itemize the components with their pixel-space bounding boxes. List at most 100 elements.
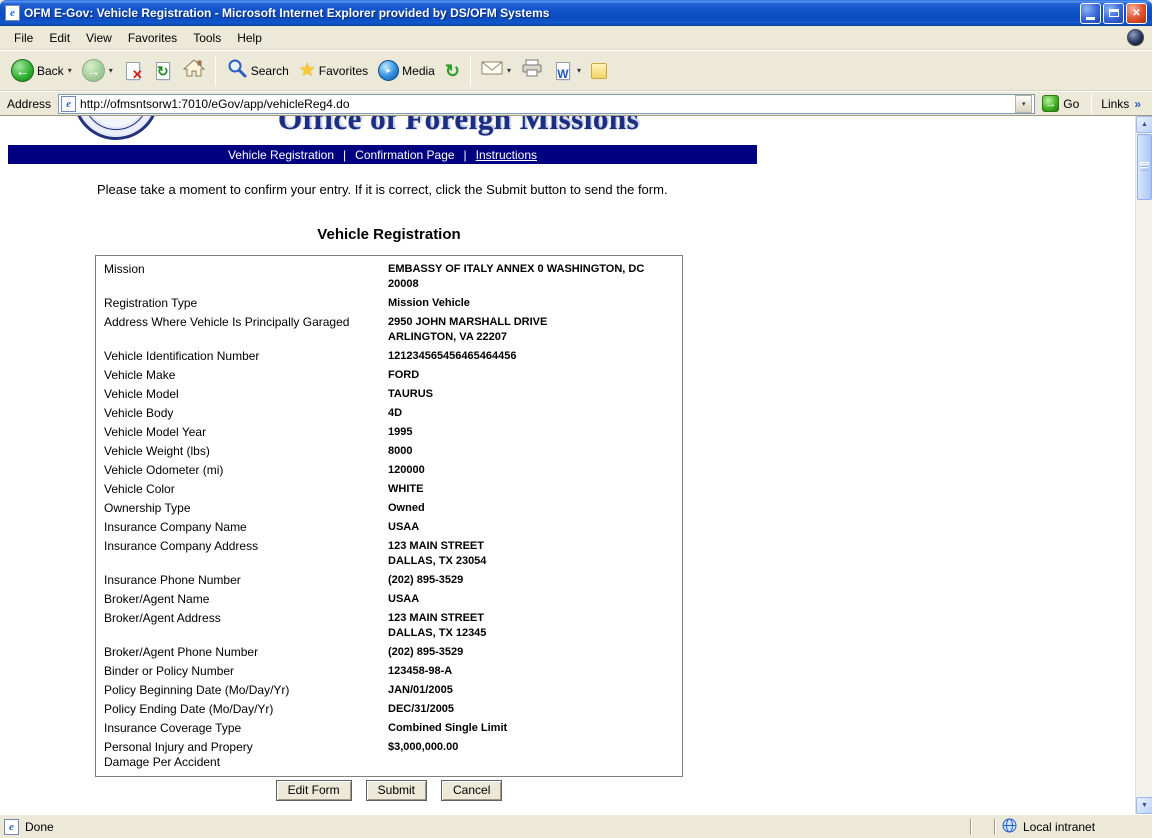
status-zone: Local intranet (998, 818, 1148, 836)
form-area: Vehicle Registration MissionEMBASSY OF I… (95, 116, 683, 814)
vertical-scrollbar[interactable]: ▲ ▼ (1135, 116, 1152, 814)
word-dropdown-icon[interactable]: ▾ (577, 66, 581, 75)
detail-table: MissionEMBASSY OF ITALY ANNEX 0 WASHINGT… (95, 255, 683, 777)
field-row: Address Where Vehicle Is Principally Gar… (96, 313, 682, 347)
scroll-up-button[interactable]: ▲ (1136, 116, 1152, 133)
menu-help[interactable]: Help (229, 28, 270, 48)
field-row: Vehicle MakeFORD (96, 366, 682, 385)
go-button[interactable]: → Go (1035, 93, 1086, 114)
window-title: OFM E-Gov: Vehicle Registration - Micros… (24, 6, 1076, 20)
field-row: Broker/Agent Address123 MAIN STREET DALL… (96, 609, 682, 643)
form-buttons: Edit Form Submit Cancel (95, 780, 683, 801)
edit-form-button[interactable]: Edit Form (276, 780, 352, 801)
word-icon: W (553, 60, 573, 82)
menu-tools[interactable]: Tools (185, 28, 229, 48)
minimize-button[interactable] (1080, 3, 1101, 24)
field-value: 4D (388, 404, 682, 423)
scrollbar-thumb[interactable] (1137, 134, 1152, 200)
field-row: Insurance Phone Number(202) 895-3529 (96, 571, 682, 590)
field-label: Insurance Phone Number (96, 571, 388, 590)
forward-dropdown-icon[interactable]: ▾ (109, 66, 113, 75)
refresh-icon: ↻ (153, 60, 173, 82)
mail-button[interactable]: ▾ (476, 57, 516, 84)
menu-view[interactable]: View (78, 28, 120, 48)
field-row: Insurance Coverage TypeCombined Single L… (96, 719, 682, 738)
field-label: Insurance Company Address (96, 537, 388, 571)
history-button[interactable]: ↻ (440, 59, 465, 83)
field-row: Broker/Agent NameUSAA (96, 590, 682, 609)
go-icon: → (1042, 95, 1059, 112)
browser-viewport: Office of Foreign Missions Vehicle Regis… (0, 116, 1152, 814)
field-value: 1995 (388, 423, 682, 442)
back-button[interactable]: ← Back ▾ (6, 56, 77, 85)
field-value: 8000 (388, 442, 682, 461)
field-value: EMBASSY OF ITALY ANNEX 0 WASHINGTON, DC … (388, 260, 682, 294)
page-icon: e (61, 96, 76, 112)
status-divider (970, 819, 972, 835)
field-label: Vehicle Weight (lbs) (96, 442, 388, 461)
mail-icon (481, 60, 503, 81)
field-row: Policy Beginning Date (Mo/Day/Yr)JAN/01/… (96, 681, 682, 700)
links-bar[interactable]: Links » (1097, 97, 1148, 111)
field-label: Broker/Agent Address (96, 609, 388, 643)
field-row: Vehicle Identification Number12123456545… (96, 347, 682, 366)
history-icon: ↻ (445, 62, 460, 80)
field-label: Vehicle Make (96, 366, 388, 385)
field-value: 120000 (388, 461, 682, 480)
home-button[interactable] (178, 55, 210, 86)
menu-bar: FileEditViewFavoritesToolsHelp (0, 26, 1152, 50)
field-label: Policy Ending Date (Mo/Day/Yr) (96, 700, 388, 719)
search-label: Search (251, 64, 289, 78)
form-title: Vehicle Registration (95, 226, 683, 243)
field-row: MissionEMBASSY OF ITALY ANNEX 0 WASHINGT… (96, 260, 682, 294)
links-label: Links (1101, 97, 1129, 111)
submit-button[interactable]: Submit (366, 780, 427, 801)
menu-edit[interactable]: Edit (41, 28, 78, 48)
menu-items: FileEditViewFavoritesToolsHelp (6, 28, 270, 48)
field-label: Insurance Coverage Type (96, 719, 388, 738)
links-chevron-icon[interactable]: » (1134, 97, 1141, 111)
brand-logo-icon (1127, 29, 1144, 46)
close-button[interactable]: ✕ (1126, 3, 1147, 24)
field-row: Vehicle ModelTAURUS (96, 385, 682, 404)
go-label: Go (1063, 97, 1079, 111)
field-label: Vehicle Odometer (mi) (96, 461, 388, 480)
refresh-button[interactable]: ↻ (148, 57, 178, 85)
favorites-label: Favorites (319, 64, 368, 78)
zone-text: Local intranet (1023, 820, 1095, 834)
cancel-button[interactable]: Cancel (441, 780, 502, 801)
field-value: TAURUS (388, 385, 682, 404)
status-text: Done (25, 820, 54, 834)
discuss-button[interactable] (586, 60, 612, 82)
address-dropdown-button[interactable]: ▾ (1015, 95, 1032, 113)
menu-file[interactable]: File (6, 28, 41, 48)
app-icon: e (5, 5, 20, 21)
status-page-icon: e (4, 819, 19, 835)
forward-button[interactable]: → ▾ (77, 56, 118, 85)
field-value: Mission Vehicle (388, 294, 682, 313)
status-divider (994, 819, 996, 835)
print-button[interactable] (516, 56, 548, 85)
scroll-down-button[interactable]: ▼ (1136, 797, 1152, 814)
address-label: Address (7, 97, 51, 111)
mail-dropdown-icon[interactable]: ▾ (507, 66, 511, 75)
edit-with-word-button[interactable]: W ▾ (548, 57, 586, 85)
media-button[interactable]: ▸ Media (373, 57, 440, 84)
field-row: Ownership TypeOwned (96, 499, 682, 518)
field-value: WHITE (388, 480, 682, 499)
field-value: USAA (388, 518, 682, 537)
back-dropdown-icon[interactable]: ▾ (68, 66, 72, 75)
field-label: Ownership Type (96, 499, 388, 518)
field-value: 2950 JOHN MARSHALL DRIVE ARLINGTON, VA 2… (388, 313, 682, 347)
status-bar: e Done Local intranet (0, 814, 1152, 838)
back-label: Back (37, 64, 64, 78)
field-label: Vehicle Body (96, 404, 388, 423)
address-input[interactable]: e http://ofmsntsorw1:7010/eGov/app/vehic… (58, 94, 1035, 114)
menu-favorites[interactable]: Favorites (120, 28, 185, 48)
restore-button[interactable] (1103, 3, 1124, 24)
search-button[interactable]: Search (221, 54, 294, 87)
stop-button[interactable]: ✕ (118, 57, 148, 85)
back-icon: ← (11, 59, 34, 82)
field-label: Binder or Policy Number (96, 662, 388, 681)
favorites-button[interactable]: ★ Favorites (294, 58, 373, 83)
